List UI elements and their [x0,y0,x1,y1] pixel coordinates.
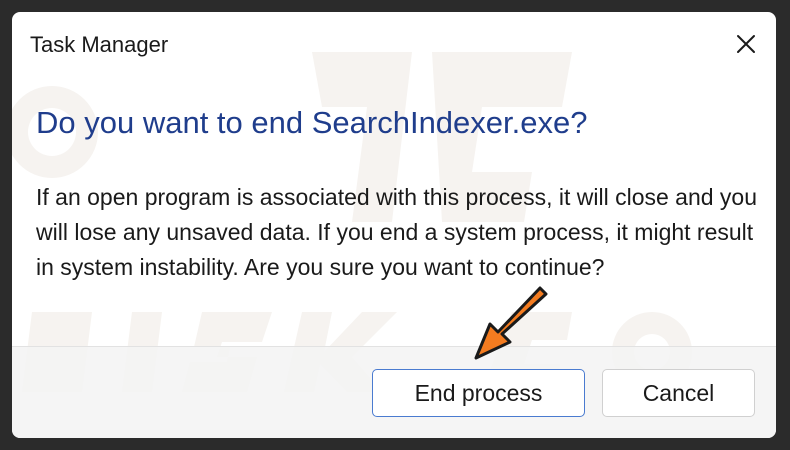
dialog-heading: Do you want to end SearchIndexer.exe? [36,105,588,140]
dialog-footer: End process Cancel [12,346,776,438]
window-title: Task Manager [30,32,169,57]
end-process-dialog: Task Manager Do you want to end SearchIn… [12,12,776,438]
close-button[interactable] [726,24,766,64]
title-bar: Task Manager [12,12,776,76]
cancel-button[interactable]: Cancel [602,369,755,417]
dialog-message: If an open program is associated with th… [36,184,758,280]
end-process-button[interactable]: End process [372,369,585,417]
close-icon [737,35,755,53]
